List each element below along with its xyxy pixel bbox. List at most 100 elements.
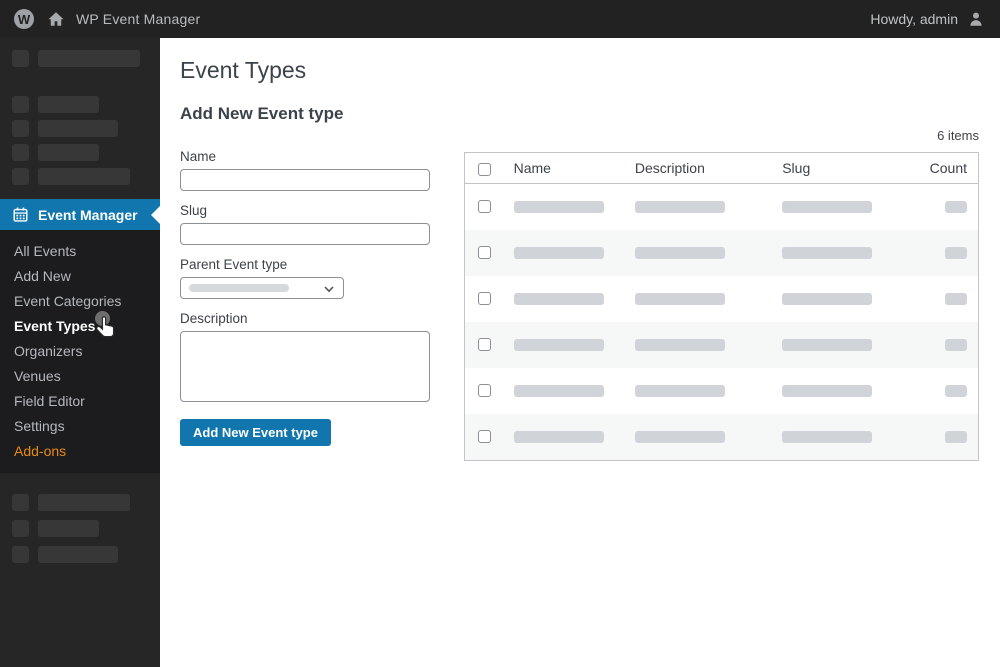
submenu-list-item: Field Editor xyxy=(0,389,160,414)
sidebar-skeleton-item xyxy=(12,50,148,67)
skeleton-icon-placeholder xyxy=(12,144,29,161)
sidebar-skeleton-group-top xyxy=(0,38,160,67)
table-body xyxy=(464,184,979,461)
description-placeholder xyxy=(634,201,725,213)
submenu-item[interactable]: Event Types xyxy=(0,314,160,339)
admin-sidebar: Event Manager All Events Add New Event C… xyxy=(0,38,160,667)
select-all-checkbox[interactable] xyxy=(478,162,491,176)
add-event-type-form: Name Slug Parent Event type Description xyxy=(180,129,430,461)
row-checkbox[interactable] xyxy=(478,338,491,352)
select-value-placeholder xyxy=(189,284,289,292)
slug-input[interactable] xyxy=(180,223,430,245)
home-icon[interactable] xyxy=(46,9,66,29)
submenu-item[interactable]: Event Categories xyxy=(0,289,160,314)
description-placeholder xyxy=(634,431,725,443)
submenu-item[interactable]: All Events xyxy=(0,239,160,264)
admin-bar-user-area: Howdy, admin xyxy=(870,9,986,29)
sidebar-skeleton-item xyxy=(12,120,148,137)
skeleton-icon-placeholder xyxy=(12,494,29,511)
sidebar-skeleton-group-mid xyxy=(0,74,160,185)
count-placeholder xyxy=(945,201,967,213)
event-types-table: Name Description Slug Count xyxy=(464,152,979,461)
howdy-text[interactable]: Howdy, admin xyxy=(870,11,958,27)
table-row xyxy=(464,322,979,368)
skeleton-icon-placeholder xyxy=(12,546,29,563)
parent-event-type-select[interactable] xyxy=(180,277,344,299)
table-row xyxy=(464,414,979,461)
site-name[interactable]: WP Event Manager xyxy=(76,11,200,27)
skeleton-label-placeholder xyxy=(38,546,118,563)
count-placeholder xyxy=(945,247,967,259)
name-placeholder xyxy=(513,201,604,213)
name-placeholder xyxy=(513,339,604,351)
slug-placeholder xyxy=(782,247,873,259)
slug-placeholder xyxy=(782,431,873,443)
calendar-icon xyxy=(12,206,29,223)
table-row xyxy=(465,184,979,231)
submenu-item[interactable]: Add New xyxy=(0,264,160,289)
description-textarea[interactable] xyxy=(180,331,430,402)
row-checkbox[interactable] xyxy=(478,430,491,444)
description-placeholder xyxy=(634,247,725,259)
column-header-name[interactable]: Name xyxy=(503,152,625,184)
skeleton-icon-placeholder xyxy=(12,120,29,137)
add-new-event-type-button[interactable]: Add New Event type xyxy=(180,419,331,446)
sidebar-skeleton-item xyxy=(12,520,148,537)
sidebar-item-event-manager[interactable]: Event Manager xyxy=(0,199,160,230)
items-count: 6 items xyxy=(937,128,979,143)
row-checkbox[interactable] xyxy=(478,246,491,260)
skeleton-label-placeholder xyxy=(38,120,118,137)
submenu-list-item: Add-ons xyxy=(0,439,160,464)
submenu-item[interactable]: Settings xyxy=(0,414,160,439)
count-placeholder xyxy=(945,339,967,351)
count-placeholder xyxy=(945,431,967,443)
wordpress-logo-icon[interactable]: W xyxy=(14,9,34,29)
name-placeholder xyxy=(513,385,604,397)
slug-placeholder xyxy=(782,201,873,213)
submenu-list-item: Settings xyxy=(0,414,160,439)
submenu-list-item: Event Categories xyxy=(0,289,160,314)
submenu-item[interactable]: Field Editor xyxy=(0,389,160,414)
column-header-count[interactable]: Count xyxy=(919,152,979,184)
submenu-item[interactable]: Venues xyxy=(0,364,160,389)
submenu-list-item: All Events xyxy=(0,239,160,264)
submenu-item[interactable]: Organizers xyxy=(0,339,160,364)
skeleton-icon-placeholder xyxy=(12,168,29,185)
user-icon[interactable] xyxy=(966,9,986,29)
row-checkbox[interactable] xyxy=(478,292,491,306)
column-header-slug[interactable]: Slug xyxy=(772,152,920,184)
admin-bar: W WP Event Manager Howdy, admin xyxy=(0,0,1000,38)
table-row xyxy=(465,368,979,414)
table-row xyxy=(465,276,979,322)
sidebar-skeleton-item xyxy=(12,494,148,511)
name-label: Name xyxy=(180,149,217,164)
sidebar-skeleton-item xyxy=(12,144,148,161)
submenu-item[interactable]: Add-ons xyxy=(0,439,160,464)
skeleton-label-placeholder xyxy=(38,144,99,161)
skeleton-label-placeholder xyxy=(38,96,99,113)
slug-label: Slug xyxy=(180,203,208,218)
event-types-list: 6 items Name Description Slug Count xyxy=(464,129,979,461)
parent-event-type-label: Parent Event type xyxy=(180,257,288,272)
skeleton-icon-placeholder xyxy=(12,520,29,537)
skeleton-label-placeholder xyxy=(38,168,130,185)
submenu-list-item: Venues xyxy=(0,364,160,389)
name-input[interactable] xyxy=(180,169,430,191)
row-checkbox[interactable] xyxy=(478,384,491,398)
skeleton-label-placeholder xyxy=(38,520,99,537)
row-checkbox[interactable] xyxy=(478,200,491,214)
submenu-list-item: Event Types xyxy=(0,314,160,339)
add-new-heading: Add New Event type xyxy=(180,104,344,123)
sidebar-skeleton-group-bottom xyxy=(0,473,160,563)
count-placeholder xyxy=(945,385,967,397)
slug-placeholder xyxy=(782,339,873,351)
main-content: Event Types Add New Event type Name Slug… xyxy=(160,38,1000,667)
slug-placeholder xyxy=(782,293,873,305)
description-placeholder xyxy=(634,293,725,305)
column-header-description[interactable]: Description xyxy=(624,152,773,184)
current-menu-arrow xyxy=(151,205,160,224)
name-placeholder xyxy=(513,247,604,259)
description-placeholder xyxy=(634,339,725,351)
skeleton-label-placeholder xyxy=(38,50,140,67)
sidebar-skeleton-item xyxy=(12,96,148,113)
